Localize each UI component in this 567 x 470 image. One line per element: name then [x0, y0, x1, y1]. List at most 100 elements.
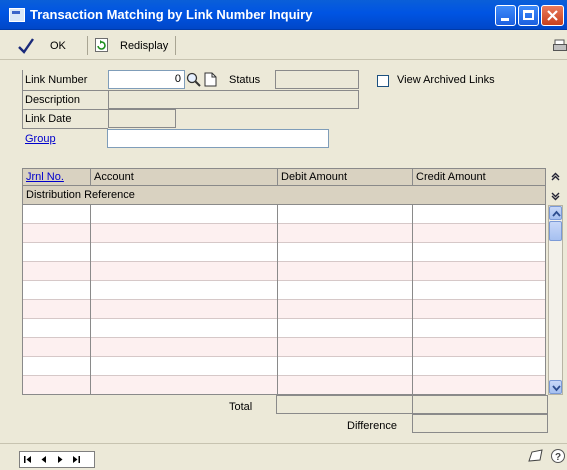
grid-header: Jrnl No. Account Debit Amount Credit Amo…: [22, 168, 546, 187]
column-header-distribution-reference: Distribution Reference: [26, 189, 135, 201]
scroll-down-button[interactable]: [549, 380, 562, 394]
column-divider: [412, 243, 413, 262]
table-row[interactable]: [23, 262, 545, 281]
table-row[interactable]: [23, 224, 545, 243]
table-row[interactable]: [23, 243, 545, 262]
column-divider: [412, 224, 413, 243]
last-record-icon[interactable]: [73, 456, 80, 463]
minimize-button[interactable]: [495, 5, 516, 26]
column-divider: [90, 205, 91, 224]
toolbar: OK Redisplay: [0, 31, 567, 60]
chevron-down-icon: [552, 385, 561, 392]
window-title: Transaction Matching by Link Number Inqu…: [30, 7, 313, 22]
column-divider: [90, 169, 91, 187]
svg-text:?: ?: [555, 452, 561, 463]
column-divider: [412, 338, 413, 357]
scroll-thumb[interactable]: [549, 221, 562, 241]
column-divider: [277, 300, 278, 319]
difference-label: Difference: [347, 420, 397, 432]
expand-rows-button[interactable]: [548, 168, 563, 186]
toolbar-separator: [175, 36, 176, 55]
column-divider: [277, 224, 278, 243]
link-date-field: [108, 109, 176, 128]
view-archived-label: View Archived Links: [397, 74, 495, 86]
collapse-rows-icon: [551, 192, 560, 201]
difference-field: [412, 414, 548, 433]
column-divider: [90, 300, 91, 319]
title-bar: Transaction Matching by Link Number Inqu…: [0, 0, 567, 30]
column-divider: [277, 281, 278, 300]
divider: [22, 128, 108, 129]
column-divider: [412, 262, 413, 281]
table-row[interactable]: [23, 300, 545, 319]
checkmark-icon: [18, 38, 34, 54]
column-divider: [90, 243, 91, 262]
column-divider: [277, 205, 278, 224]
column-divider: [277, 376, 278, 394]
description-label: Description: [25, 94, 81, 106]
column-divider: [90, 376, 91, 394]
link-date-label: Link Date: [25, 113, 72, 125]
divider: [22, 90, 108, 91]
column-header-jrnl-no[interactable]: Jrnl No.: [26, 171, 64, 183]
column-divider: [90, 338, 91, 357]
column-divider: [90, 357, 91, 376]
link-number-value: 0: [174, 73, 181, 85]
print-icon[interactable]: [553, 39, 567, 53]
column-header-credit-amount: Credit Amount: [416, 171, 486, 183]
table-row[interactable]: [23, 357, 545, 376]
table-row[interactable]: [23, 205, 545, 224]
table-row[interactable]: [23, 281, 545, 300]
column-divider: [412, 376, 413, 394]
group-link[interactable]: Group: [25, 133, 56, 145]
column-divider: [277, 169, 278, 187]
lookup-icon[interactable]: [186, 72, 201, 87]
grid-scrollbar[interactable]: [548, 205, 563, 395]
column-divider: [412, 169, 413, 187]
first-record-icon[interactable]: [24, 456, 31, 463]
previous-record-icon[interactable]: [41, 456, 47, 463]
grid-header-secondary: Distribution Reference: [22, 186, 546, 205]
table-row[interactable]: [23, 319, 545, 338]
redisplay-button[interactable]: Redisplay: [120, 40, 168, 52]
total-debit-field: [276, 395, 413, 414]
total-label: Total: [229, 401, 253, 413]
next-record-icon[interactable]: [58, 456, 63, 463]
column-divider: [412, 357, 413, 376]
link-number-label: Link Number: [25, 74, 88, 86]
column-divider: [90, 262, 91, 281]
column-divider: [277, 243, 278, 262]
expand-rows-icon: [551, 172, 560, 181]
record-nav-icons: [24, 456, 80, 463]
close-button[interactable]: [541, 5, 564, 26]
column-divider: [90, 281, 91, 300]
table-row[interactable]: [23, 376, 545, 394]
grid-body: [22, 205, 546, 395]
column-divider: [412, 319, 413, 338]
link-number-input[interactable]: 0: [108, 70, 185, 89]
window-app-icon: [9, 8, 25, 22]
view-archived-checkbox[interactable]: [377, 75, 389, 87]
column-header-account: Account: [94, 171, 134, 183]
refresh-icon: [95, 38, 108, 52]
column-divider: [277, 262, 278, 281]
help-icon[interactable]: ?: [550, 448, 566, 464]
maximize-button[interactable]: [518, 5, 539, 26]
status-label: Status: [229, 74, 261, 86]
collapse-rows-button[interactable]: [548, 187, 563, 205]
column-divider: [412, 205, 413, 224]
scroll-up-button[interactable]: [549, 206, 562, 220]
note-icon[interactable]: [528, 449, 544, 464]
description-field: [108, 90, 359, 109]
column-divider: [412, 281, 413, 300]
total-credit-field: [412, 395, 548, 414]
note-icon[interactable]: [204, 72, 217, 87]
table-row[interactable]: [23, 338, 545, 357]
chevron-up-icon: [552, 210, 561, 217]
column-divider: [277, 338, 278, 357]
close-icon: [547, 10, 558, 21]
column-divider: [412, 300, 413, 319]
group-input[interactable]: [107, 129, 329, 148]
ok-button[interactable]: OK: [50, 40, 66, 52]
column-divider: [90, 224, 91, 243]
